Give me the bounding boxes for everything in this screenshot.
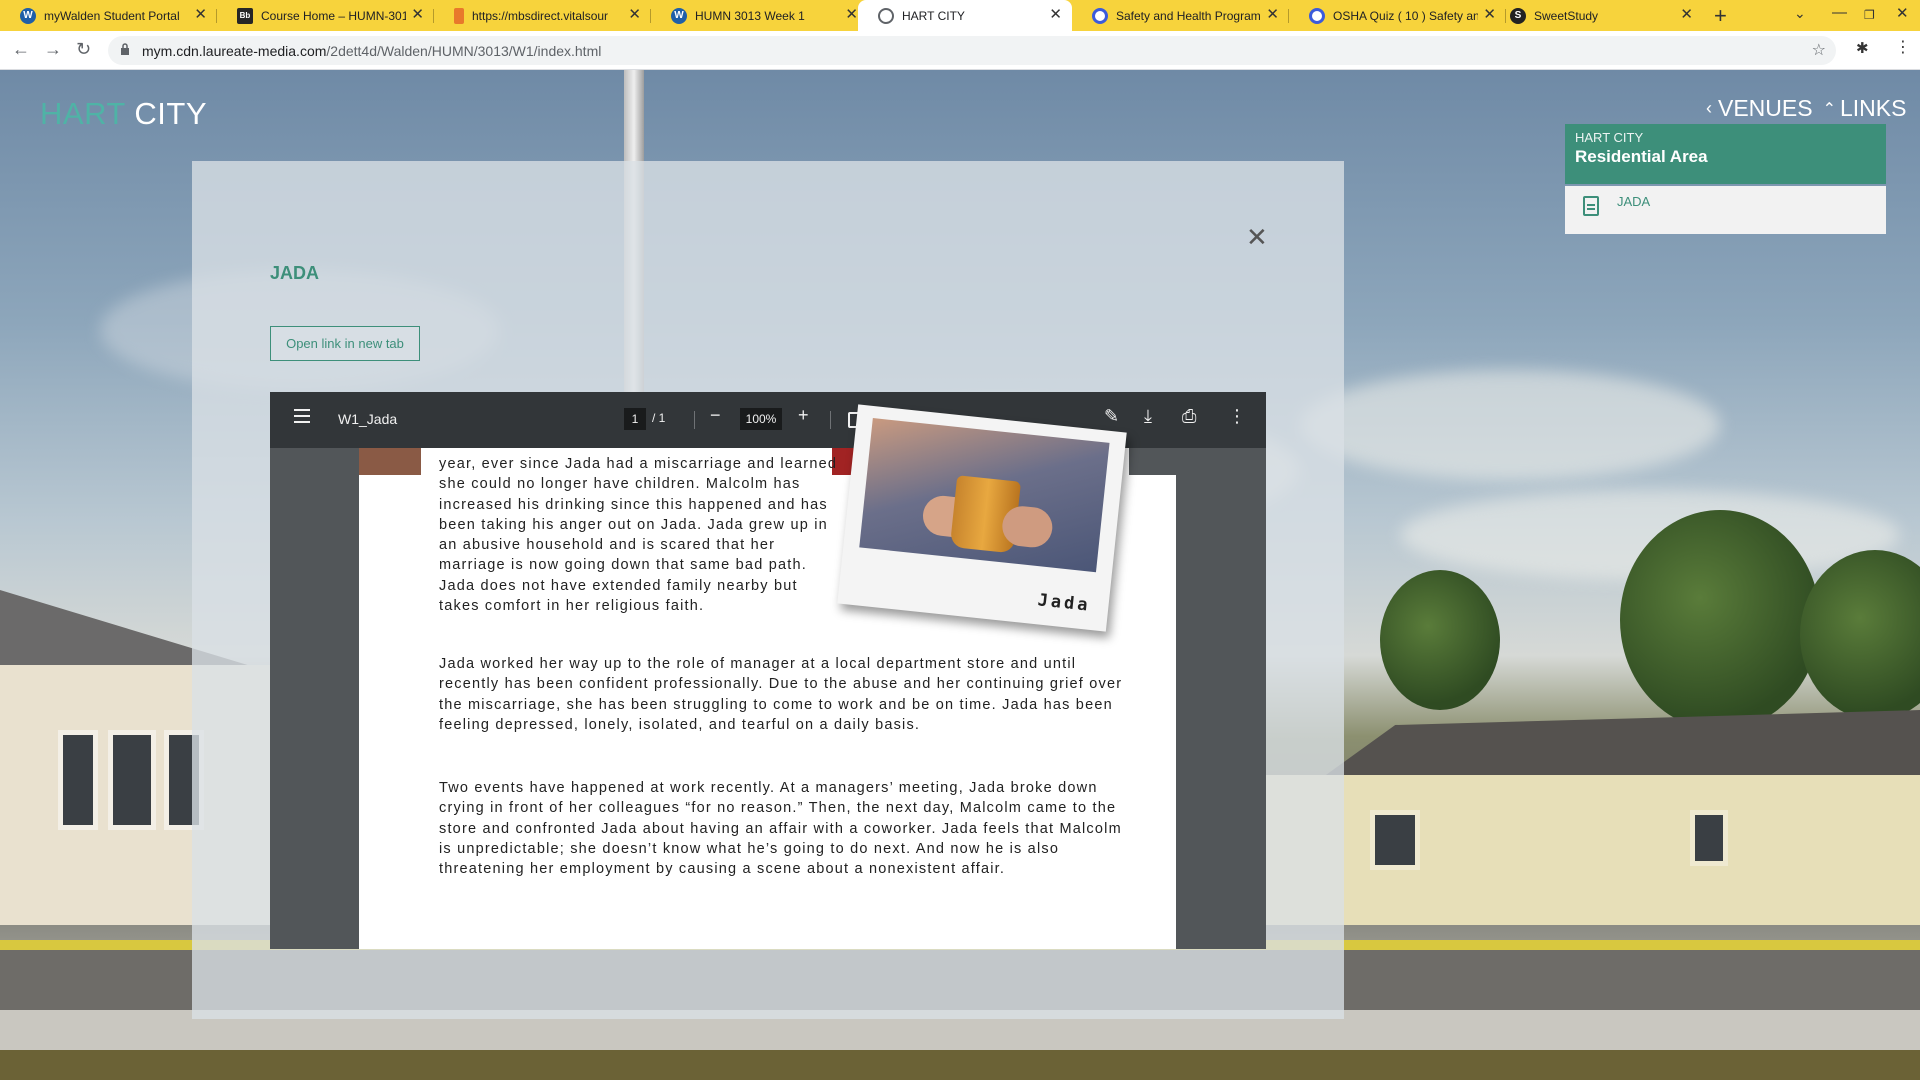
more-options-icon[interactable]: ⋮ xyxy=(1228,406,1246,427)
tab-vitalsource[interactable]: https://mbsdirect.vitalsour ✕ xyxy=(434,0,651,31)
minimize-icon[interactable]: — xyxy=(1832,4,1847,21)
zoom-in-icon[interactable]: + xyxy=(798,405,809,426)
walden-favicon-icon: W xyxy=(671,7,687,24)
bookmark-star-icon[interactable]: ☆ xyxy=(1812,40,1826,60)
url-host: mym.cdn.laureate-media.com xyxy=(142,43,327,59)
nav-venues[interactable]: VENUES xyxy=(1718,95,1813,122)
menu-icon[interactable] xyxy=(294,409,310,423)
tab-close-icon[interactable]: ✕ xyxy=(845,7,858,23)
search-favicon-icon xyxy=(1309,7,1325,24)
brand-word-hart: HART xyxy=(40,96,126,131)
tab-close-icon[interactable]: ✕ xyxy=(1049,7,1062,23)
tab-sweetstudy[interactable]: S SweetStudy ✕ xyxy=(1490,0,1703,31)
pdf-viewer: W1_Jada 1 / 1 − 100% + ↺ ✎ ⤓ ⎙ ⋮ Jada ye… xyxy=(270,392,1266,949)
url-path: /2dett4d/Walden/HUMN/3013/W1/index.html xyxy=(326,43,602,59)
print-icon[interactable]: ⎙ xyxy=(1182,406,1196,427)
open-link-new-tab-button[interactable]: Open link in new tab xyxy=(270,326,420,361)
pdf-page: Jada year, ever since Jada had a miscarr… xyxy=(359,404,1176,949)
zoom-level-input[interactable]: 100% xyxy=(740,408,782,430)
nav-links[interactable]: LINKS xyxy=(1840,95,1906,122)
modal-title: JADA xyxy=(270,263,320,283)
vitalsource-favicon-icon xyxy=(454,7,464,24)
chevron-left-icon[interactable]: ‹ xyxy=(1706,98,1712,119)
blackboard-favicon-icon: Bb xyxy=(237,7,253,24)
extensions-icon[interactable]: ✱ xyxy=(1856,39,1869,57)
tab-close-icon[interactable]: ✕ xyxy=(194,7,207,23)
forward-icon[interactable]: → xyxy=(44,39,62,60)
search-favicon-icon xyxy=(1092,7,1108,24)
browser-menu-icon[interactable]: ⋮ xyxy=(1895,37,1911,57)
tab-close-icon[interactable]: ✕ xyxy=(1266,7,1279,23)
tab-course-home[interactable]: Bb Course Home – HUMN-301 ✕ xyxy=(217,0,434,31)
page-number-input[interactable]: 1 xyxy=(624,408,646,430)
page-total: / 1 xyxy=(652,411,666,425)
reload-icon[interactable]: ↻ xyxy=(76,39,91,60)
tab-title: SweetStudy xyxy=(1534,8,1599,23)
sweetstudy-favicon-icon: S xyxy=(1510,7,1526,24)
annotate-pen-icon[interactable]: ✎ xyxy=(1104,406,1119,427)
location-panel-item-jada[interactable]: JADA xyxy=(1565,186,1886,234)
location-panel-header: HART CITY Residential Area xyxy=(1565,124,1886,184)
tab-safety-health[interactable]: Safety and Health Program ✕ xyxy=(1072,0,1289,31)
restore-icon[interactable]: ❐ xyxy=(1864,8,1875,22)
new-tab-icon[interactable]: + xyxy=(1714,3,1727,29)
document-icon xyxy=(1583,196,1599,216)
address-bar[interactable]: mym.cdn.laureate-media.com/2dett4d/Walde… xyxy=(108,36,1836,65)
tab-mywalden[interactable]: W myWalden Student Portal ✕ xyxy=(0,0,217,31)
modal-close-icon[interactable]: ✕ xyxy=(1246,224,1268,250)
walden-favicon-icon: W xyxy=(20,7,36,24)
tab-title: https://mbsdirect.vitalsour xyxy=(472,8,609,23)
chevron-up-icon[interactable]: ⌃ xyxy=(1823,99,1836,119)
tab-search-chevron-icon[interactable]: ⌄ xyxy=(1794,5,1806,22)
tab-title: Safety and Health Program xyxy=(1116,8,1261,23)
tab-close-icon[interactable]: ✕ xyxy=(1680,7,1693,23)
tab-humn-week1[interactable]: W HUMN 3013 Week 1 ✕ xyxy=(651,0,868,31)
back-icon[interactable]: ← xyxy=(12,39,30,60)
location-area: Residential Area xyxy=(1575,147,1708,166)
tab-title: OSHA Quiz ( 10 ) Safety an xyxy=(1333,8,1478,23)
paragraph-1: year, ever since Jada had a miscarriage … xyxy=(439,456,838,615)
globe-icon xyxy=(878,7,894,24)
zoom-out-icon[interactable]: − xyxy=(710,405,721,426)
tab-close-icon[interactable]: ✕ xyxy=(411,7,424,23)
tab-title: myWalden Student Portal xyxy=(44,8,180,23)
paragraph-3: Two events have happened at work recentl… xyxy=(439,780,1122,878)
window-close-icon[interactable]: ✕ xyxy=(1896,4,1909,22)
pdf-filename: W1_Jada xyxy=(338,411,398,427)
tab-close-icon[interactable]: ✕ xyxy=(628,7,641,23)
url-text: mym.cdn.laureate-media.com/2dett4d/Walde… xyxy=(142,43,601,59)
top-navigation: ‹ VENUES ⌃ LINKS xyxy=(1706,95,1906,122)
tab-title: HUMN 3013 Week 1 xyxy=(695,8,805,23)
location-item-label: JADA xyxy=(1617,194,1651,209)
location-city: HART CITY xyxy=(1575,130,1644,145)
jada-photo: Jada xyxy=(837,404,1127,632)
tab-hart-city[interactable]: HART CITY ✕ xyxy=(858,0,1072,31)
paragraph-2: Jada worked her way up to the role of ma… xyxy=(439,656,1123,733)
tab-strip: W myWalden Student Portal ✕ Bb Course Ho… xyxy=(0,0,1920,31)
photo-caption: Jada xyxy=(1036,590,1092,616)
site-logo[interactable]: HART CITY xyxy=(40,96,207,132)
tab-title: HART CITY xyxy=(902,8,965,23)
download-icon[interactable]: ⤓ xyxy=(1144,406,1152,427)
tab-title: Course Home – HUMN-301 xyxy=(261,8,406,23)
tab-osha-quiz[interactable]: OSHA Quiz ( 10 ) Safety an ✕ xyxy=(1289,0,1506,31)
lock-icon xyxy=(121,43,129,55)
address-toolbar: ← → ↻ mym.cdn.laureate-media.com/2dett4d… xyxy=(0,31,1920,70)
brand-word-city: CITY xyxy=(134,96,208,131)
